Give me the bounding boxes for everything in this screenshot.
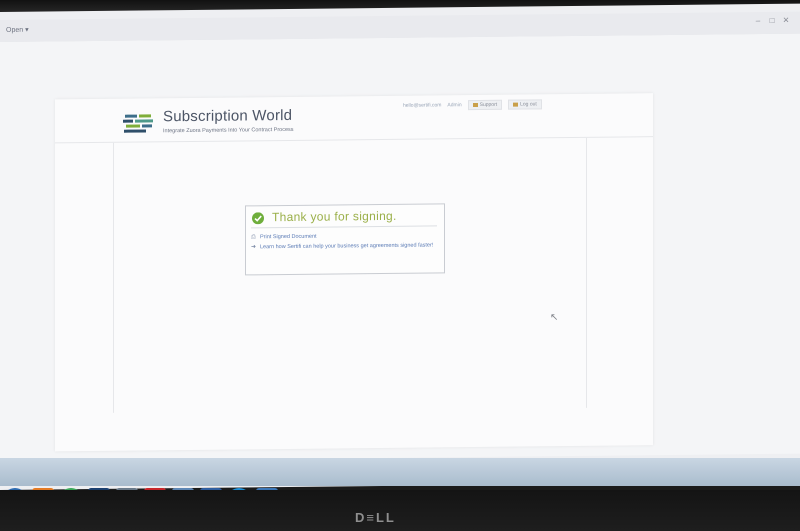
logout-icon xyxy=(513,102,519,107)
content-frame xyxy=(113,137,587,413)
confirmation-panel: Thank you for signing. ⎙ Print Signed Do… xyxy=(245,203,445,276)
print-signed-document-link[interactable]: Print Signed Document xyxy=(260,234,317,241)
window-controls: – □ ✕ xyxy=(752,16,792,26)
document-page: Subscription World Integrate Zuora Payme… xyxy=(55,93,653,452)
print-row: ⎙ Print Signed Document xyxy=(251,232,439,241)
logout-button[interactable]: Log out xyxy=(508,99,542,110)
brand-name: Subscription World xyxy=(163,106,293,126)
support-button[interactable]: Support xyxy=(467,99,503,111)
confirmation-title: Thank you for signing. xyxy=(272,208,397,225)
checkmark-icon xyxy=(252,212,264,225)
print-icon: ⎙ xyxy=(251,234,256,241)
mouse-cursor-icon: ↖ xyxy=(550,312,559,324)
support-label: Support xyxy=(479,101,498,108)
user-email: hello@sertifi.com xyxy=(403,102,442,109)
taskbar: ⊞ 🦊 ● Ps ∿ A ▭ [ ] S ▣ xyxy=(0,458,800,508)
brand-tagline: Integrate Zuora Payments Into Your Contr… xyxy=(163,126,294,135)
maximize-icon[interactable]: □ xyxy=(766,16,778,26)
user-role: Admin xyxy=(447,102,462,109)
screen: Open ▾ – □ ✕ Subscription World Integrat… xyxy=(0,3,800,491)
info-icon: ➜ xyxy=(251,244,257,251)
learn-more-link[interactable]: Learn how Sertifi can help your business… xyxy=(260,242,433,250)
dell-logo-icon: D≡LL xyxy=(355,510,396,525)
monitor-bottom-bezel: D≡LL xyxy=(0,490,800,531)
close-icon[interactable]: ✕ xyxy=(780,16,792,26)
open-menu[interactable]: Open ▾ xyxy=(6,26,29,34)
learn-row: ➜ Learn how Sertifi can help your busine… xyxy=(251,242,439,250)
confirmation-divider xyxy=(251,225,437,229)
logout-label: Log out xyxy=(520,101,537,108)
document-viewer: Subscription World Integrate Zuora Payme… xyxy=(0,33,800,463)
user-nav: hello@sertifi.com Admin Support Log out xyxy=(403,99,542,111)
minimize-icon[interactable]: – xyxy=(752,16,764,26)
subscription-world-logo-icon xyxy=(123,114,153,133)
support-icon xyxy=(472,102,478,108)
